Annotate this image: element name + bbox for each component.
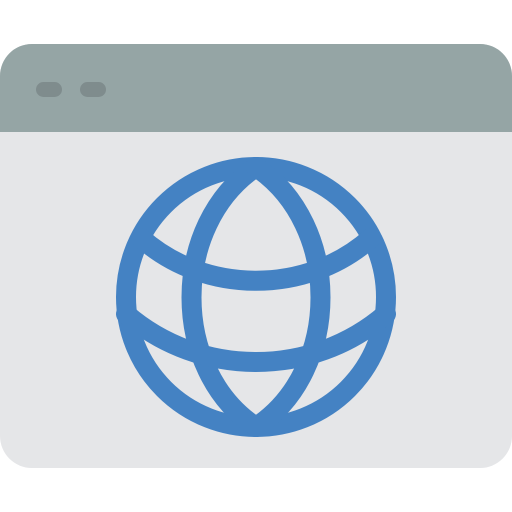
icon-canvas [0,0,512,512]
globe-meridian-right [246,157,331,437]
globe-icon [116,157,396,437]
globe-meridian-left [181,157,266,437]
globe-parallel-upper [131,228,381,291]
globe-strokes [116,157,396,437]
globe-parallel-lower [116,304,396,372]
globe-outline [116,157,396,437]
